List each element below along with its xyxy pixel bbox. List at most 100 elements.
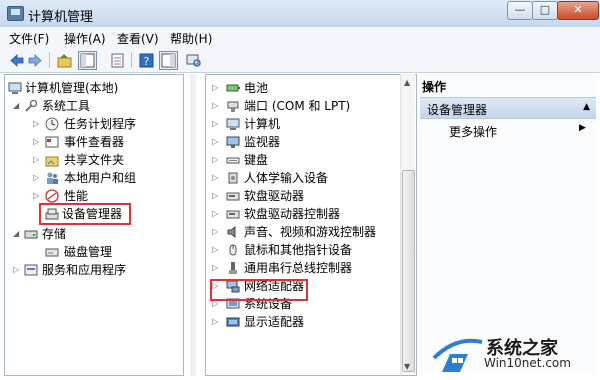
pane-splitter[interactable] [190, 74, 196, 376]
expand-arrow-icon[interactable]: ▷ [33, 174, 41, 182]
expand-arrow-icon[interactable]: ▷ [212, 264, 220, 272]
collapse-caret-icon[interactable]: ▲ [583, 102, 590, 112]
monitor-icon [226, 135, 240, 149]
tree-label: 服务和应用程序 [42, 263, 127, 277]
storage-icon [24, 227, 38, 241]
clock-icon [45, 117, 59, 131]
title-bar[interactable]: 计算机管理 — □ ✕ [0, 0, 600, 28]
tree-label: 共享文件夹 [64, 153, 125, 167]
device-category-label: 端口 (COM 和 LPT) [244, 99, 351, 113]
tree-label: 系统工具 [42, 99, 91, 113]
more-actions-link[interactable]: 更多操作 [449, 123, 497, 140]
properties-icon[interactable] [108, 51, 127, 70]
expand-arrow-icon[interactable]: ▷ [212, 120, 220, 128]
keyboard-icon [226, 153, 240, 167]
forward-arrow-icon[interactable] [26, 51, 45, 70]
device-category-label: 人体学输入设备 [244, 171, 329, 185]
expand-arrow-icon[interactable]: ▷ [212, 84, 220, 92]
users-icon [45, 171, 59, 185]
expand-arrow-icon[interactable]: ▷ [33, 138, 41, 146]
computer-management-window: 计算机管理 — □ ✕ 文件(F) 操作(A) 查看(V) 帮助(H) ? 计算… [0, 0, 600, 380]
floppy-controller-icon [226, 207, 240, 221]
computer-management-icon [7, 6, 24, 21]
show-action-pane-icon[interactable] [159, 51, 178, 70]
tree-label: 磁盘管理 [64, 245, 113, 259]
close-button[interactable]: ✕ [557, 1, 599, 20]
expand-arrow-icon[interactable]: ▷ [212, 210, 220, 218]
expand-arrow-icon[interactable]: ▷ [33, 192, 41, 200]
toolbar-separator [131, 52, 132, 68]
device-list-pane: ▷ 电池 ▷ 端口 (COM 和 LPT) ▷ 计算机 ▷ 监视器 ▷ 键盘 ▷ 人体学输入设备 ▷ 软盘… [205, 74, 417, 376]
device-category-label: 通用串行总线控制器 [244, 261, 353, 275]
mouse-icon [226, 243, 240, 257]
scroll-down-arrow-icon[interactable]: ▼ [404, 362, 410, 371]
device-manager-highlight-box [39, 203, 131, 225]
battery-icon [226, 81, 240, 95]
collapse-arrow-icon[interactable]: ◢ [13, 102, 21, 110]
show-tree-icon[interactable] [78, 51, 97, 70]
menu-bar: 文件(F) 操作(A) 查看(V) 帮助(H) [0, 27, 600, 48]
port-icon [226, 99, 240, 113]
tree-label: 任务计划程序 [64, 117, 137, 131]
expand-arrow-icon[interactable]: ▷ [212, 228, 220, 236]
expand-arrow-icon[interactable]: ▷ [33, 120, 41, 128]
menu-action[interactable]: 操作(A) [64, 30, 106, 47]
device-category-label: 软盘驱动器 [244, 189, 305, 203]
actions-section-title: 设备管理器 [427, 103, 488, 117]
console-tree-pane: 计算机管理(本地) ◢ 系统工具 ▷ 任务计划程序 ▷ 事件查看器 ▷ 共享文件… [4, 74, 184, 376]
computer-management-icon [8, 81, 22, 95]
expand-arrow-icon[interactable]: ▷ [212, 156, 220, 164]
toolbar-separator [49, 52, 50, 68]
scrollbar-thumb[interactable] [402, 170, 415, 372]
performance-icon [45, 189, 59, 203]
tree-label: 本地用户和组 [64, 171, 137, 185]
menu-file[interactable]: 文件(F) [9, 30, 49, 47]
device-category-label: 声音、视频和游戏控制器 [244, 225, 377, 239]
device-category-label: 监视器 [244, 135, 281, 149]
svg-text:?: ? [144, 55, 150, 68]
expand-arrow-icon[interactable]: ▷ [212, 138, 220, 146]
disk-icon [45, 245, 59, 259]
menu-help[interactable]: 帮助(H) [170, 30, 212, 47]
network-adapter-highlight-box [210, 279, 308, 301]
usb-icon [226, 261, 240, 275]
display-adapter-icon [226, 315, 240, 329]
help-icon[interactable]: ? [137, 51, 156, 70]
watermark-url: Win10net.com [484, 356, 571, 370]
maximize-button[interactable]: □ [532, 1, 558, 20]
expand-arrow-icon[interactable]: ▷ [13, 266, 21, 274]
expand-arrow-icon[interactable]: ▷ [212, 300, 220, 308]
computer-icon [226, 117, 240, 131]
collapse-arrow-icon[interactable]: ◢ [13, 230, 21, 238]
toolbar: ? [0, 48, 600, 73]
services-icon [24, 263, 38, 277]
tree-label: 事件查看器 [64, 135, 125, 149]
scan-hardware-icon[interactable] [184, 51, 203, 70]
expand-arrow-icon[interactable]: ▷ [33, 156, 41, 164]
tree-label: 计算机管理(本地) [25, 81, 119, 95]
up-folder-icon[interactable] [55, 51, 74, 70]
hid-icon [226, 171, 240, 185]
submenu-arrow-icon[interactable]: ▶ [579, 123, 586, 133]
back-arrow-icon[interactable] [7, 51, 26, 70]
actions-header: 操作 [422, 80, 447, 94]
system-tools-icon [24, 99, 38, 113]
device-category-label: 计算机 [244, 117, 281, 131]
expand-arrow-icon[interactable]: ▷ [212, 174, 220, 182]
floppy-drive-icon [226, 189, 240, 203]
event-viewer-icon [45, 135, 59, 149]
device-category-label: 显示适配器 [244, 315, 305, 329]
expand-arrow-icon[interactable]: ▷ [212, 192, 220, 200]
expand-arrow-icon[interactable]: ▷ [212, 246, 220, 254]
menu-view[interactable]: 查看(V) [117, 30, 159, 47]
device-category-label: 键盘 [244, 153, 269, 167]
shared-folder-icon [45, 153, 59, 167]
minimize-button[interactable]: — [507, 1, 533, 20]
expand-arrow-icon[interactable]: ▷ [212, 318, 220, 326]
scroll-up-arrow-icon[interactable]: ▲ [404, 78, 410, 87]
actions-device-manager-section[interactable]: 设备管理器 ▲ [420, 97, 596, 119]
tree-label: 存储 [42, 227, 67, 241]
expand-arrow-icon[interactable]: ▷ [212, 102, 220, 110]
device-category-label: 软盘驱动器控制器 [244, 207, 341, 221]
vertical-scrollbar[interactable]: ▲ ▼ [400, 74, 415, 374]
